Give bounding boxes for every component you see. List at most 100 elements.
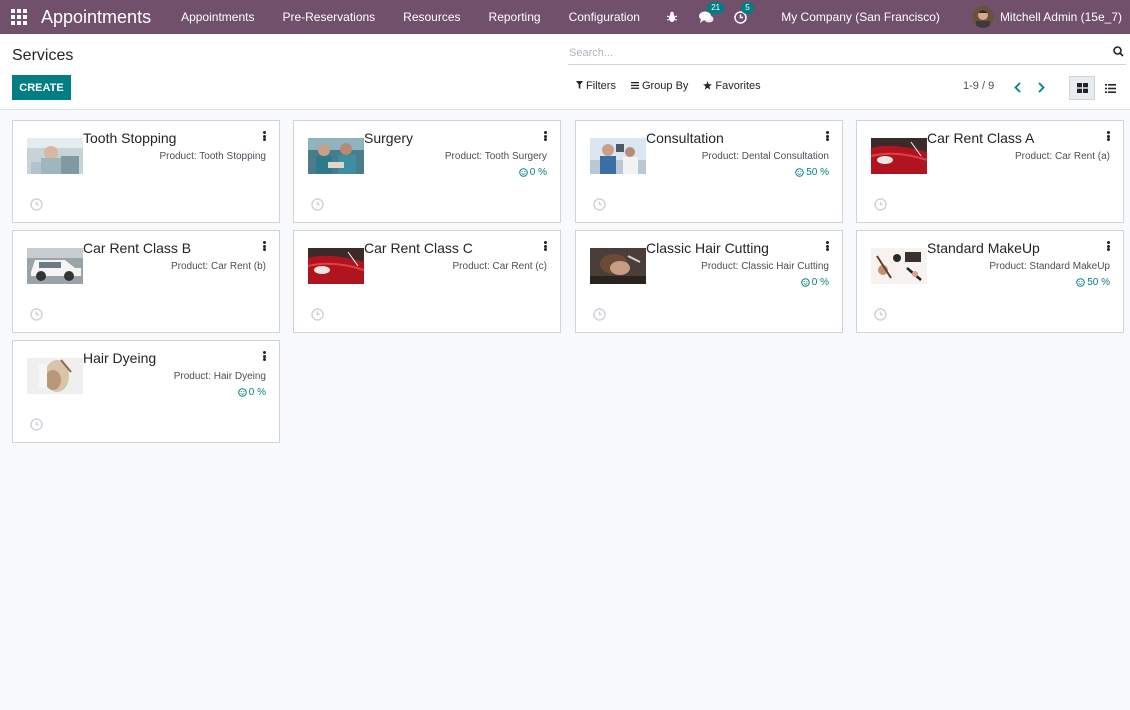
smiley-icon — [518, 168, 528, 177]
card-rating: 50 % — [1076, 277, 1110, 288]
card-title: Consultation — [646, 130, 724, 146]
card-title: Tooth Stopping — [83, 130, 177, 146]
activity-clock-icon[interactable] — [30, 198, 43, 214]
app-brand[interactable]: Appointments — [41, 7, 151, 28]
card-product: Product: Car Rent (b) — [170, 261, 266, 272]
card-menu-dots-icon[interactable] — [542, 130, 548, 142]
user-menu[interactable]: Mitchell Admin (15e_7) — [1000, 10, 1122, 24]
list-view-icon — [1104, 83, 1116, 93]
company-switcher[interactable]: My Company (San Francisco) — [781, 10, 940, 24]
kanban-grid-icon — [1076, 83, 1088, 93]
activity-clock-icon[interactable] — [311, 308, 324, 324]
red-car-photo — [308, 248, 364, 284]
pager-value[interactable]: 1-9 / 9 — [963, 80, 994, 92]
card-title: Car Rent Class C — [364, 240, 473, 256]
card-menu-dots-icon[interactable] — [824, 130, 830, 142]
dentist-photo — [27, 138, 83, 174]
filter-funnel-icon — [576, 81, 583, 91]
card-menu-dots-icon[interactable] — [261, 240, 267, 252]
card-product: Product: Hair Dyeing — [173, 371, 266, 382]
haircut-photo — [590, 248, 646, 284]
card-menu-dots-icon[interactable] — [261, 350, 267, 362]
card-product: Product: Classic Hair Cutting — [701, 261, 829, 272]
filters-toggle[interactable]: Filters — [576, 80, 616, 92]
systray: 21 5 My Company (San Francisco) Mitchell… — [655, 0, 1130, 34]
group-by-bars-icon — [630, 81, 639, 91]
card-rating: 0 % — [518, 167, 547, 178]
activity-clock-icon[interactable] — [30, 308, 43, 324]
activity-clock-icon[interactable] — [593, 308, 606, 324]
makeup-photo — [871, 248, 927, 284]
pager-next-button[interactable] — [1034, 79, 1048, 95]
pager-previous-button[interactable] — [1010, 79, 1024, 95]
card-product: Product: Standard MakeUp — [989, 261, 1110, 272]
kanban-card[interactable]: Tooth Stopping Product: Tooth Stopping — [12, 120, 280, 223]
card-title: Surgery — [364, 130, 414, 146]
chevron-left-icon — [1013, 81, 1021, 93]
hair-dyeing-photo — [27, 358, 83, 394]
page-title: Services — [12, 47, 74, 64]
consultation-photo — [590, 138, 646, 174]
card-title: Classic Hair Cutting — [646, 240, 769, 256]
apps-menu-icon[interactable] — [11, 9, 27, 25]
activity-clock-icon[interactable] — [311, 198, 324, 214]
menu-pre-reservations[interactable]: Pre-Reservations — [268, 0, 389, 34]
search-bar — [568, 42, 1126, 65]
card-product: Product: Tooth Stopping — [159, 151, 266, 162]
list-view-button[interactable] — [1097, 76, 1123, 100]
activity-clock-icon[interactable] — [30, 418, 43, 434]
menu-reporting[interactable]: Reporting — [475, 0, 555, 34]
debug-bug-icon[interactable] — [661, 7, 683, 27]
rating-value: 50 % — [806, 167, 829, 178]
card-rating: 50 % — [795, 167, 829, 178]
card-title: Car Rent Class A — [927, 130, 1035, 146]
white-suv-photo — [27, 248, 83, 284]
kanban-card[interactable]: Classic Hair Cutting Product: Classic Ha… — [575, 230, 843, 333]
card-menu-dots-icon[interactable] — [542, 240, 548, 252]
card-menu-dots-icon[interactable] — [1105, 240, 1111, 252]
card-product: Product: Dental Consultation — [701, 151, 829, 162]
kanban-card[interactable]: Car Rent Class A Product: Car Rent (a) — [856, 120, 1124, 223]
card-title: Hair Dyeing — [83, 350, 157, 366]
activity-clock-icon[interactable] — [593, 198, 606, 214]
card-product: Product: Tooth Surgery — [444, 151, 547, 162]
card-menu-dots-icon[interactable] — [261, 130, 267, 142]
activity-clock-icon[interactable] — [874, 198, 887, 214]
kanban-card[interactable]: Surgery Product: Tooth Surgery 0 % — [293, 120, 561, 223]
user-avatar[interactable] — [971, 6, 994, 28]
group-by-toggle[interactable]: Group By — [630, 80, 688, 92]
card-rating: 0 % — [237, 387, 266, 398]
card-title: Standard MakeUp — [927, 240, 1040, 256]
favorites-toggle[interactable]: Favorites — [703, 80, 761, 92]
favorites-star-icon — [703, 80, 713, 92]
card-product: Product: Car Rent (a) — [1014, 151, 1110, 162]
search-options: Filters Group By Favorites — [576, 80, 776, 92]
messages-badge: 21 — [707, 2, 725, 14]
card-menu-dots-icon[interactable] — [824, 240, 830, 252]
create-button[interactable]: CREATE — [12, 75, 71, 100]
kanban-view-button[interactable] — [1069, 76, 1095, 100]
rating-value: 0 % — [248, 387, 266, 398]
rating-value: 0 % — [529, 167, 547, 178]
smiley-icon — [1076, 278, 1085, 287]
menu-configuration[interactable]: Configuration — [555, 0, 654, 34]
activity-clock-icon[interactable] — [874, 308, 887, 324]
red-car-photo — [871, 138, 927, 174]
kanban-card[interactable]: Standard MakeUp Product: Standard MakeUp… — [856, 230, 1124, 333]
menu-resources[interactable]: Resources — [389, 0, 474, 34]
top-navbar: Appointments Appointments Pre-Reservatio… — [0, 0, 1130, 34]
kanban-card[interactable]: Hair Dyeing Product: Hair Dyeing 0 % — [12, 340, 280, 443]
kanban-card[interactable]: Car Rent Class B Product: Car Rent (b) — [12, 230, 280, 333]
search-input[interactable] — [568, 42, 1098, 64]
card-menu-dots-icon[interactable] — [1105, 130, 1111, 142]
kanban-card[interactable]: Car Rent Class C Product: Car Rent (c) — [293, 230, 561, 333]
search-icon[interactable] — [1113, 46, 1124, 60]
kanban-card[interactable]: Consultation Product: Dental Consultatio… — [575, 120, 843, 223]
control-panel: Services CREATE Filters Group By Favorit… — [0, 34, 1130, 110]
activities-badge: 5 — [741, 2, 754, 14]
filters-label: Filters — [586, 80, 616, 92]
menu-appointments[interactable]: Appointments — [167, 0, 268, 34]
activities-clock-icon[interactable]: 5 — [729, 2, 754, 27]
smiley-icon — [237, 388, 247, 397]
messages-chat-icon[interactable]: 21 — [695, 2, 725, 27]
